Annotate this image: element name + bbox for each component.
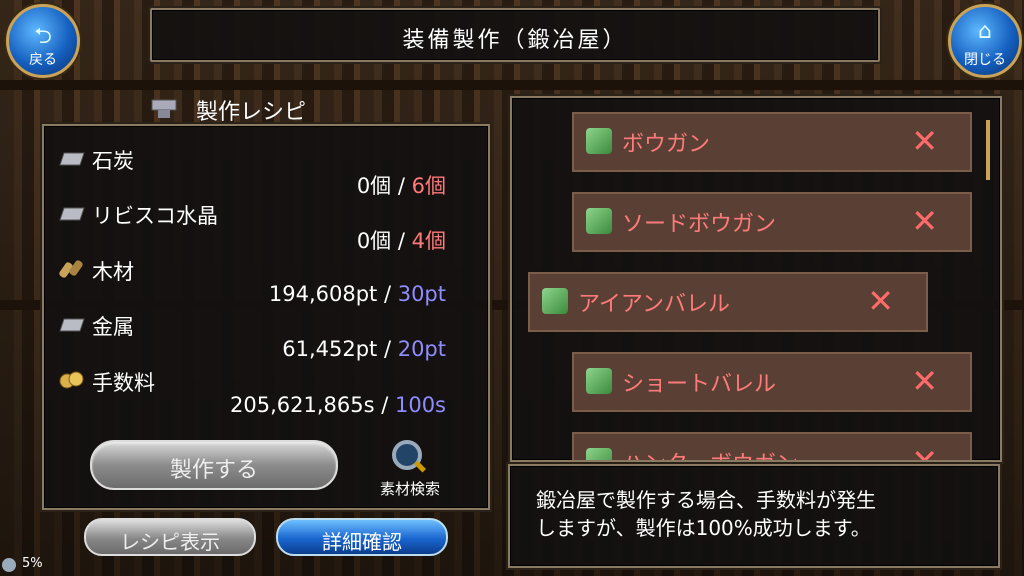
- list-item[interactable]: ショートバレル ✕: [572, 352, 972, 412]
- recipe-view-button[interactable]: レシピ表示: [84, 518, 256, 556]
- magnifier-handle: [413, 460, 427, 473]
- remove-icon[interactable]: ✕: [911, 122, 938, 160]
- remove-icon[interactable]: ✕: [911, 442, 938, 460]
- detail-check-button[interactable]: 詳細確認: [276, 518, 448, 556]
- shelf-divider: [0, 80, 1024, 90]
- amount-separator: /: [391, 174, 412, 198]
- material-amount: 194,608pt / 30pt: [269, 282, 446, 306]
- page-title: 装備製作（鍛冶屋）: [402, 28, 628, 53]
- crossbow-icon: [542, 288, 568, 314]
- material-name: 石炭: [92, 149, 134, 173]
- ingot-icon: [59, 318, 85, 332]
- message-text: 鍛冶屋で製作する場合、手数料が発生 しますが、製作は100%成功します。: [536, 486, 876, 542]
- anvil-icon: [151, 99, 177, 118]
- back-button[interactable]: ⮌ 戻る: [6, 4, 80, 78]
- material-name: リビスコ水晶: [92, 204, 218, 228]
- list-scrollbar[interactable]: [986, 120, 990, 180]
- remove-icon[interactable]: ✕: [911, 202, 938, 240]
- crossbow-icon: [586, 448, 612, 460]
- have-amount: 0個: [356, 174, 392, 198]
- item-name: ソードボウガン: [622, 212, 777, 237]
- recipe-header: 製作レシピ: [150, 92, 430, 125]
- material-search-button[interactable]: 素材検索: [370, 440, 450, 498]
- status-percent: 5%: [22, 556, 43, 571]
- have-amount: 61,452pt: [282, 337, 378, 361]
- amount-separator: /: [391, 229, 412, 253]
- back-label: 戻る: [29, 52, 57, 68]
- message-line: しますが、製作は100%成功します。: [536, 516, 871, 540]
- material-amount: 61,452pt / 20pt: [282, 337, 446, 361]
- material-name: 木材: [92, 260, 134, 284]
- need-amount: 20pt: [397, 337, 446, 361]
- coins-icon: [59, 371, 84, 389]
- list-item[interactable]: ハンターボウガン ✕: [572, 432, 972, 460]
- material-search-label: 素材検索: [379, 480, 440, 498]
- craft-button-label: 製作する: [169, 458, 258, 483]
- item-name: ショートバレル: [622, 372, 777, 397]
- remove-icon[interactable]: ✕: [911, 362, 938, 400]
- status-icon: [2, 558, 16, 572]
- recipe-heading: 製作レシピ: [196, 100, 307, 125]
- crossbow-icon: [586, 128, 612, 154]
- amount-separator: /: [377, 282, 398, 306]
- have-amount: 205,621,865s: [229, 393, 375, 417]
- list-item[interactable]: ボウガン ✕: [572, 112, 972, 172]
- ingot-icon: [59, 152, 85, 166]
- remove-icon[interactable]: ✕: [867, 282, 894, 320]
- need-amount: 4個: [411, 229, 446, 253]
- title-bar: 装備製作（鍛冶屋）: [150, 8, 880, 62]
- craft-button[interactable]: 製作する: [90, 440, 338, 490]
- close-label: 閉じる: [964, 52, 1006, 68]
- material-name: 手数料: [92, 371, 155, 395]
- item-name: ボウガン: [622, 132, 711, 157]
- crossbow-icon: [586, 208, 612, 234]
- message-panel: 鍛冶屋で製作する場合、手数料が発生 しますが、製作は100%成功します。: [508, 464, 1000, 568]
- wood-icon: [59, 260, 83, 278]
- message-line: 鍛冶屋で製作する場合、手数料が発生: [536, 488, 876, 512]
- material-name: 金属: [92, 315, 134, 339]
- item-name: ハンターボウガン: [622, 446, 798, 460]
- amount-separator: /: [377, 337, 398, 361]
- crossbow-icon: [586, 368, 612, 394]
- have-amount: 0個: [356, 229, 392, 253]
- need-amount: 100s: [394, 393, 446, 417]
- home-icon: ⌂: [978, 19, 992, 44]
- recipe-view-label: レシピ表示: [120, 530, 220, 554]
- close-button[interactable]: ⌂ 閉じる: [948, 4, 1022, 78]
- need-amount: 30pt: [397, 282, 446, 306]
- material-amount: 0個 / 4個: [357, 225, 446, 255]
- detail-check-label: 詳細確認: [322, 530, 402, 554]
- material-amount: 0個 / 6個: [357, 170, 446, 200]
- list-item[interactable]: ソードボウガン ✕: [572, 192, 972, 252]
- amount-separator: /: [374, 393, 395, 417]
- ingot-icon: [59, 207, 85, 221]
- have-amount: 194,608pt: [268, 282, 378, 306]
- item-name: アイアンバレル: [578, 292, 731, 317]
- material-amount: 205,621,865s / 100s: [230, 393, 446, 417]
- item-list-panel: ボウガン ✕ ソードボウガン ✕ アイアンバレル ✕ ショートバレル ✕ ハンタ…: [510, 96, 1002, 462]
- list-item-selected[interactable]: アイアンバレル ✕: [528, 272, 928, 332]
- need-amount: 6個: [411, 174, 446, 198]
